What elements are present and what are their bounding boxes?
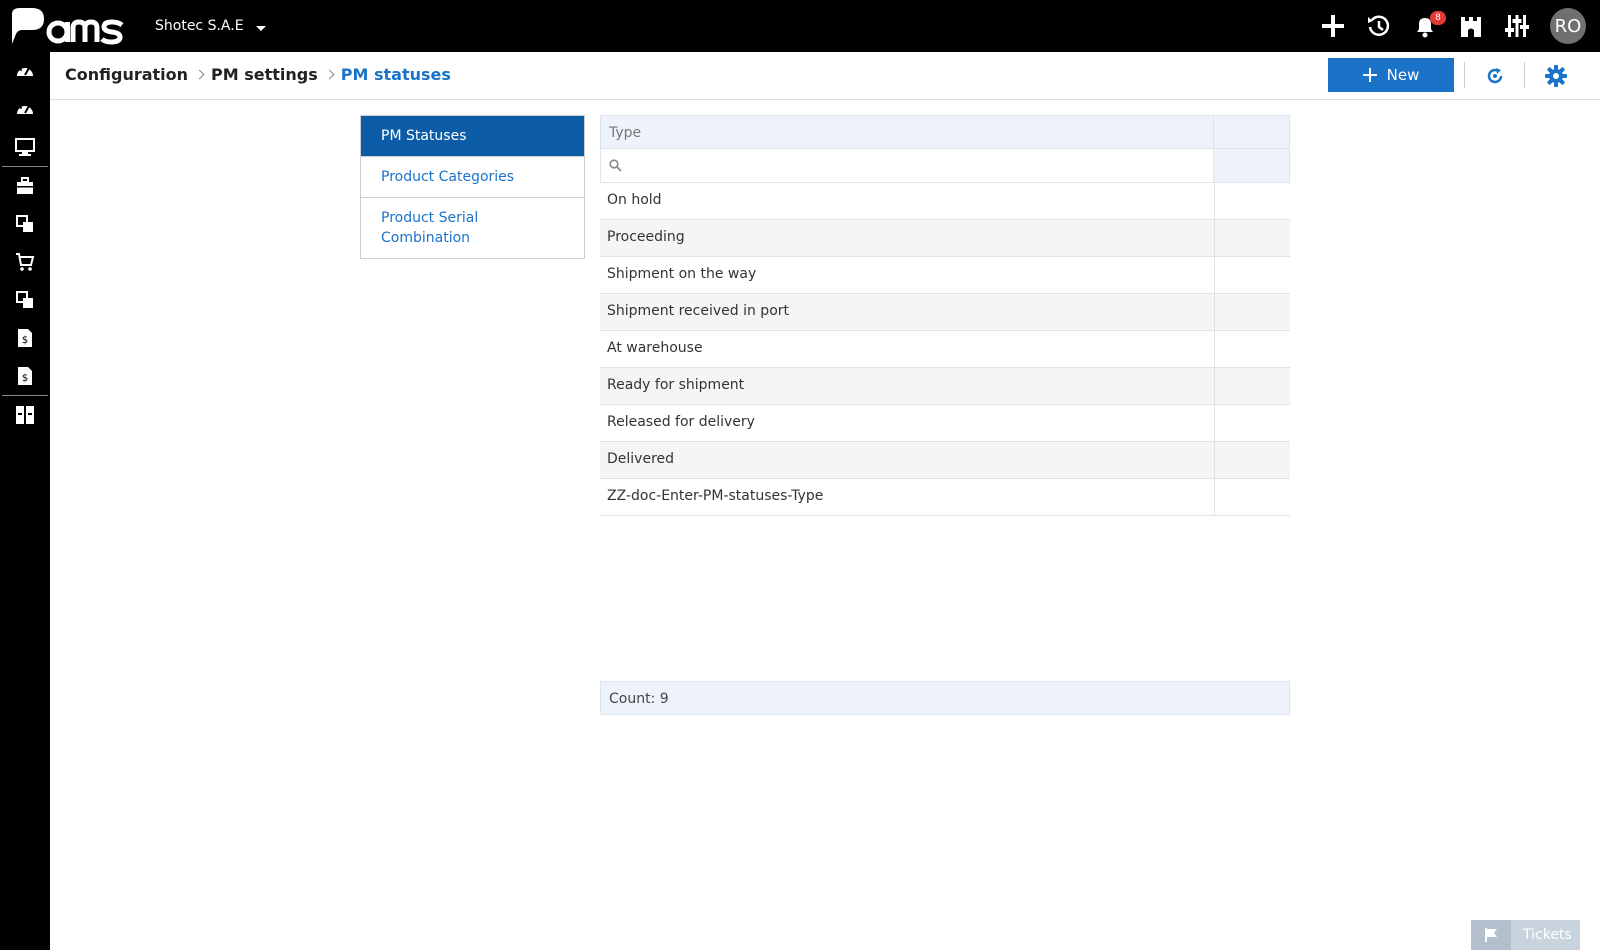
- new-button[interactable]: New: [1328, 58, 1454, 92]
- invoice-dollar-icon: $: [18, 329, 32, 347]
- castle-icon[interactable]: [1454, 9, 1488, 43]
- sliders-icon[interactable]: [1500, 9, 1534, 43]
- history-icon[interactable]: [1362, 9, 1396, 43]
- plus-icon: [1362, 68, 1377, 82]
- cell-actions: [1215, 479, 1290, 515]
- cell-actions: [1215, 257, 1290, 293]
- sidebar-item-cart[interactable]: [0, 243, 50, 281]
- table-row[interactable]: Proceeding: [600, 220, 1290, 257]
- tickets-label: Tickets: [1523, 927, 1572, 943]
- cart-icon: [16, 253, 35, 271]
- pams-logo[interactable]: [10, 6, 130, 46]
- sidebar-item-modules-2[interactable]: [0, 281, 50, 319]
- top-bar: Shotec S.A.E 8 RO: [0, 0, 1600, 52]
- cell-actions: [1215, 405, 1290, 441]
- cell-type: On hold: [600, 183, 1215, 219]
- refresh-icon[interactable]: [1483, 64, 1507, 88]
- bell-icon[interactable]: 8: [1408, 9, 1446, 43]
- filter-cell-actions: [1214, 149, 1289, 182]
- sidebar-item-dashboard[interactable]: [0, 52, 50, 90]
- table-row[interactable]: Shipment on the way: [600, 257, 1290, 294]
- cell-type: Delivered: [600, 442, 1215, 478]
- svg-text:$: $: [22, 373, 28, 384]
- plus-icon[interactable]: [1316, 9, 1350, 43]
- column-header-actions: [1214, 116, 1289, 148]
- tickets-button[interactable]: Tickets: [1471, 920, 1580, 950]
- search-icon: [609, 159, 622, 172]
- table-row[interactable]: ZZ-doc-Enter-PM-statuses-Type: [600, 479, 1290, 516]
- monitor-icon: [15, 138, 35, 156]
- user-avatar[interactable]: RO: [1550, 8, 1586, 44]
- grid-count-footer: Count: 9: [600, 681, 1290, 715]
- gear-icon[interactable]: [1544, 64, 1568, 88]
- sidebar-item-invoice-2[interactable]: $: [0, 357, 50, 395]
- cell-actions: [1215, 442, 1290, 478]
- breadcrumb-pm-settings[interactable]: PM settings: [211, 65, 318, 84]
- menu-item-product-serial-combination[interactable]: Product Serial Combination: [361, 198, 584, 258]
- cell-type: Proceeding: [600, 220, 1215, 256]
- sidebar-item-configuration[interactable]: [0, 396, 50, 434]
- new-button-label: New: [1386, 66, 1420, 84]
- menu-item-pm-statuses[interactable]: PM Statuses: [361, 116, 584, 157]
- sidebar-item-briefcase[interactable]: [0, 167, 50, 205]
- grid-header: Type: [600, 115, 1290, 149]
- column-header-type[interactable]: Type: [601, 116, 1214, 148]
- cell-actions: [1215, 331, 1290, 367]
- table-row[interactable]: Shipment received in port: [600, 294, 1290, 331]
- caret-down-icon: [255, 25, 266, 31]
- breadcrumb: Configuration PM settings PM statuses: [65, 65, 451, 84]
- cell-actions: [1215, 220, 1290, 256]
- chevron-right-icon: [194, 69, 205, 80]
- config-panels-icon: [16, 406, 34, 424]
- cell-type: Shipment on the way: [600, 257, 1215, 293]
- menu-item-product-categories[interactable]: Product Categories: [361, 157, 584, 198]
- briefcase-icon: [17, 177, 33, 194]
- page-header: Configuration PM settings PM statuses Ne…: [50, 52, 1600, 100]
- type-filter-input[interactable]: [628, 150, 1213, 181]
- grid-filter-row: [600, 149, 1290, 183]
- pm-statuses-grid: Type On hold Proceeding Shipment on the …: [600, 115, 1290, 516]
- cell-actions: [1215, 183, 1290, 219]
- sidebar-item-monitor[interactable]: [0, 128, 50, 166]
- left-sidebar: $ $: [0, 52, 50, 950]
- flag-icon: [1471, 920, 1511, 950]
- sidebar-item-modules[interactable]: [0, 205, 50, 243]
- table-row[interactable]: On hold: [600, 183, 1290, 220]
- sidebar-item-dashboard-2[interactable]: [0, 90, 50, 128]
- company-selector[interactable]: Shotec S.A.E: [155, 18, 266, 34]
- invoice-dollar-icon: $: [18, 367, 32, 385]
- cell-type: At warehouse: [600, 331, 1215, 367]
- notification-badge: 8: [1430, 11, 1446, 25]
- modules-icon: [16, 215, 33, 232]
- breadcrumb-configuration[interactable]: Configuration: [65, 65, 188, 84]
- header-divider: [1524, 62, 1525, 88]
- cell-actions: [1215, 294, 1290, 330]
- modules-icon: [16, 291, 33, 308]
- sidebar-item-invoice[interactable]: $: [0, 319, 50, 357]
- table-row[interactable]: Delivered: [600, 442, 1290, 479]
- cell-type: ZZ-doc-Enter-PM-statuses-Type: [600, 479, 1215, 515]
- breadcrumb-pm-statuses: PM statuses: [340, 65, 451, 84]
- cell-type: Ready for shipment: [600, 368, 1215, 404]
- cell-type: Released for delivery: [600, 405, 1215, 441]
- header-divider: [1464, 62, 1465, 88]
- grid-body: On hold Proceeding Shipment on the way S…: [600, 183, 1290, 516]
- cell-type: Shipment received in port: [600, 294, 1215, 330]
- company-name: Shotec S.A.E: [155, 18, 244, 34]
- gauge-icon: [17, 66, 33, 76]
- cell-actions: [1215, 368, 1290, 404]
- top-icons: 8 RO: [1316, 6, 1586, 46]
- filter-cell-type: [601, 149, 1214, 182]
- table-row[interactable]: Released for delivery: [600, 405, 1290, 442]
- chevron-right-icon: [324, 69, 335, 80]
- table-row[interactable]: Ready for shipment: [600, 368, 1290, 405]
- table-row[interactable]: At warehouse: [600, 331, 1290, 368]
- svg-text:$: $: [22, 335, 28, 346]
- pm-settings-menu: PM Statuses Product Categories Product S…: [360, 115, 585, 259]
- gauge-icon: [17, 104, 33, 114]
